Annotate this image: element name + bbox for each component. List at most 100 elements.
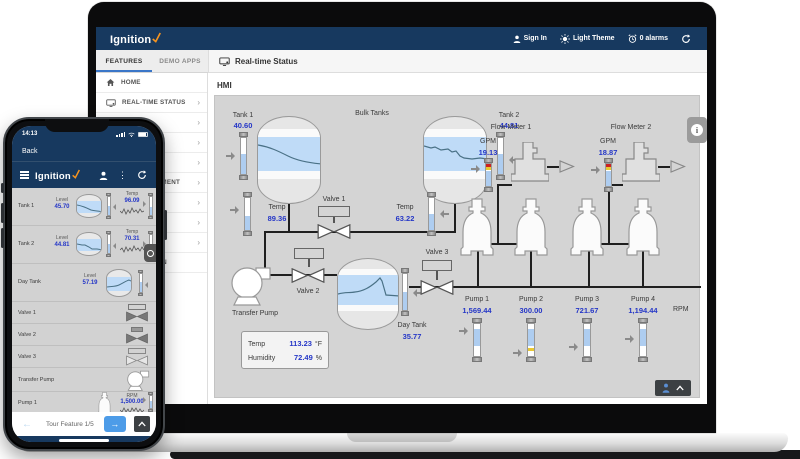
alarm-clock-icon xyxy=(628,34,637,43)
transfer-pump-icon[interactable] xyxy=(229,264,271,306)
corner-toolbar[interactable] xyxy=(655,380,691,396)
day-tank-gauge[interactable] xyxy=(401,268,409,316)
battery-icon xyxy=(138,132,148,137)
menu-icon[interactable] xyxy=(20,171,29,179)
pump2-gauge[interactable] xyxy=(526,318,536,362)
list-item-pump1[interactable]: Pump 1 RPM 1,500.00 xyxy=(12,392,156,412)
flow-meter2-label: Flow Meter 2 xyxy=(601,124,661,131)
ignition-check-icon xyxy=(72,169,80,179)
flow-meter2-value: 18.87 xyxy=(591,148,625,157)
flow-meter2-gauge[interactable] xyxy=(604,158,613,192)
phone-volume-up-button xyxy=(1,203,4,223)
main-content: HMI xyxy=(208,73,707,404)
tank1-vessel[interactable] xyxy=(257,116,321,204)
flow-meter1-gauge[interactable] xyxy=(484,158,493,192)
tour-next-button[interactable]: → xyxy=(104,416,126,432)
pump1-body[interactable] xyxy=(459,198,495,258)
theme-toggle-button[interactable]: Light Theme xyxy=(556,34,619,44)
tour-prev-button[interactable]: ← xyxy=(22,419,32,430)
flow-meter2-body[interactable] xyxy=(622,142,660,184)
tank1-temp-label: Temp xyxy=(259,204,295,211)
wifi-icon xyxy=(128,132,135,137)
pump3-body[interactable] xyxy=(569,198,605,258)
hmi-canvas: Tank 1 40.60 Bulk Tanks xyxy=(214,95,700,398)
pump3-label: Pump 3 xyxy=(559,296,615,303)
tank2-temp-gauge[interactable] xyxy=(427,192,436,236)
pump1-mini-gauge xyxy=(148,392,153,412)
day-tank-label: Day Tank xyxy=(387,322,437,329)
pump2-body[interactable] xyxy=(513,198,549,258)
pump4-body[interactable] xyxy=(625,198,661,258)
list-item-valve2[interactable]: Valve 2 xyxy=(12,324,156,346)
list-item-transfer-pump[interactable]: Transfer Pump xyxy=(12,368,156,392)
flow-arrow-icon xyxy=(559,160,575,173)
list-item-valve1[interactable]: Valve 1 xyxy=(12,302,156,324)
signal-icon xyxy=(116,132,125,137)
back-button[interactable]: Back xyxy=(22,148,38,155)
valve1-icon[interactable] xyxy=(317,224,351,239)
refresh-button[interactable] xyxy=(677,34,695,44)
phone-header-icons: ⋮ xyxy=(99,170,147,180)
tank2-vessel[interactable] xyxy=(423,116,487,204)
laptop-base-notch xyxy=(347,433,457,442)
flow-meter1-body[interactable] xyxy=(511,142,549,184)
sign-in-button[interactable]: Sign In xyxy=(509,35,551,43)
env-temp-unit: °F xyxy=(315,341,322,348)
day-tank-mini-gauge xyxy=(138,270,143,296)
drawer-handle[interactable]: i xyxy=(687,117,707,143)
bulk-tanks-label: Bulk Tanks xyxy=(335,110,409,117)
day-tank-vessel[interactable] xyxy=(337,258,399,330)
phone-notch xyxy=(45,119,109,132)
tank1-temp-mini-gauge xyxy=(148,193,153,219)
chevron-up-button[interactable] xyxy=(134,416,150,432)
env-humidity-value: 72.49 xyxy=(294,353,313,362)
tank1-temp-gauge[interactable] xyxy=(243,192,252,236)
pump1-value: 1,569.44 xyxy=(449,306,505,315)
temp-sparkline xyxy=(120,245,144,254)
overflow-menu-icon[interactable]: ⋮ xyxy=(118,171,127,180)
valve2-mini-icon xyxy=(126,333,148,344)
alarms-button[interactable]: 0 alarms xyxy=(624,34,672,43)
status-icons xyxy=(116,132,148,137)
flow-arrow-icon xyxy=(670,160,686,173)
phone-screen: 14:13 Back Ignition ⋮ xyxy=(12,126,156,442)
tank2-mini-gauge xyxy=(106,231,111,257)
page-title: Real-time Status xyxy=(235,57,298,66)
tab-features[interactable]: FEATURES xyxy=(96,50,152,72)
tank1-level-gauge[interactable] xyxy=(239,132,248,180)
phone-drawer-handle[interactable] xyxy=(144,244,156,262)
pump3-gauge[interactable] xyxy=(582,318,592,362)
tank2-temp-value: 63.22 xyxy=(387,214,423,223)
list-item-tank2[interactable]: Tank 2 Level 44.81 Temp 70.31 xyxy=(12,226,156,264)
header-controls: Sign In Light Theme 0 alarms xyxy=(509,34,695,44)
list-item-valve3[interactable]: Valve 3 xyxy=(12,346,156,368)
phone-power-button xyxy=(164,210,167,240)
phone-volume-down-button xyxy=(1,228,4,248)
pump4-gauge[interactable] xyxy=(638,318,648,362)
refresh-icon[interactable] xyxy=(137,170,147,180)
sidebar-item-real-time-status[interactable]: REAL-TIME STATUS › xyxy=(96,93,207,113)
env-humidity-unit: % xyxy=(316,355,322,362)
list-item-tank1[interactable]: Tank 1 Level 45.70 Temp 96.09 xyxy=(12,188,156,226)
list-item-day-tank[interactable]: Day Tank Level 57.19 xyxy=(12,264,156,302)
valve1-actuator xyxy=(318,206,350,217)
sidebar-item-home[interactable]: HOME xyxy=(96,73,207,93)
tab-bar: FEATURES DEMO APPS xyxy=(96,50,208,73)
valve3-actuator xyxy=(422,260,452,271)
tank2-label: Tank 2 xyxy=(487,112,531,119)
chevron-up-icon[interactable] xyxy=(676,385,684,391)
pump1-gauge[interactable] xyxy=(472,318,482,362)
temp-sparkline xyxy=(120,207,144,216)
flow-meter1-value: 19.13 xyxy=(471,148,505,157)
tab-demo-apps[interactable]: DEMO APPS xyxy=(152,50,208,72)
valve3-icon[interactable] xyxy=(420,280,454,295)
valve2-stem xyxy=(308,259,310,267)
user-icon[interactable] xyxy=(99,171,108,180)
valve2-actuator xyxy=(294,248,324,259)
valve2-icon[interactable] xyxy=(291,268,325,283)
day-tank-mini-chart xyxy=(106,269,132,297)
day-tank-value: 35.77 xyxy=(387,332,437,341)
phone-back-bar[interactable]: Back xyxy=(12,142,156,162)
home-indicator[interactable] xyxy=(59,439,109,442)
chevron-up-icon xyxy=(138,421,146,427)
